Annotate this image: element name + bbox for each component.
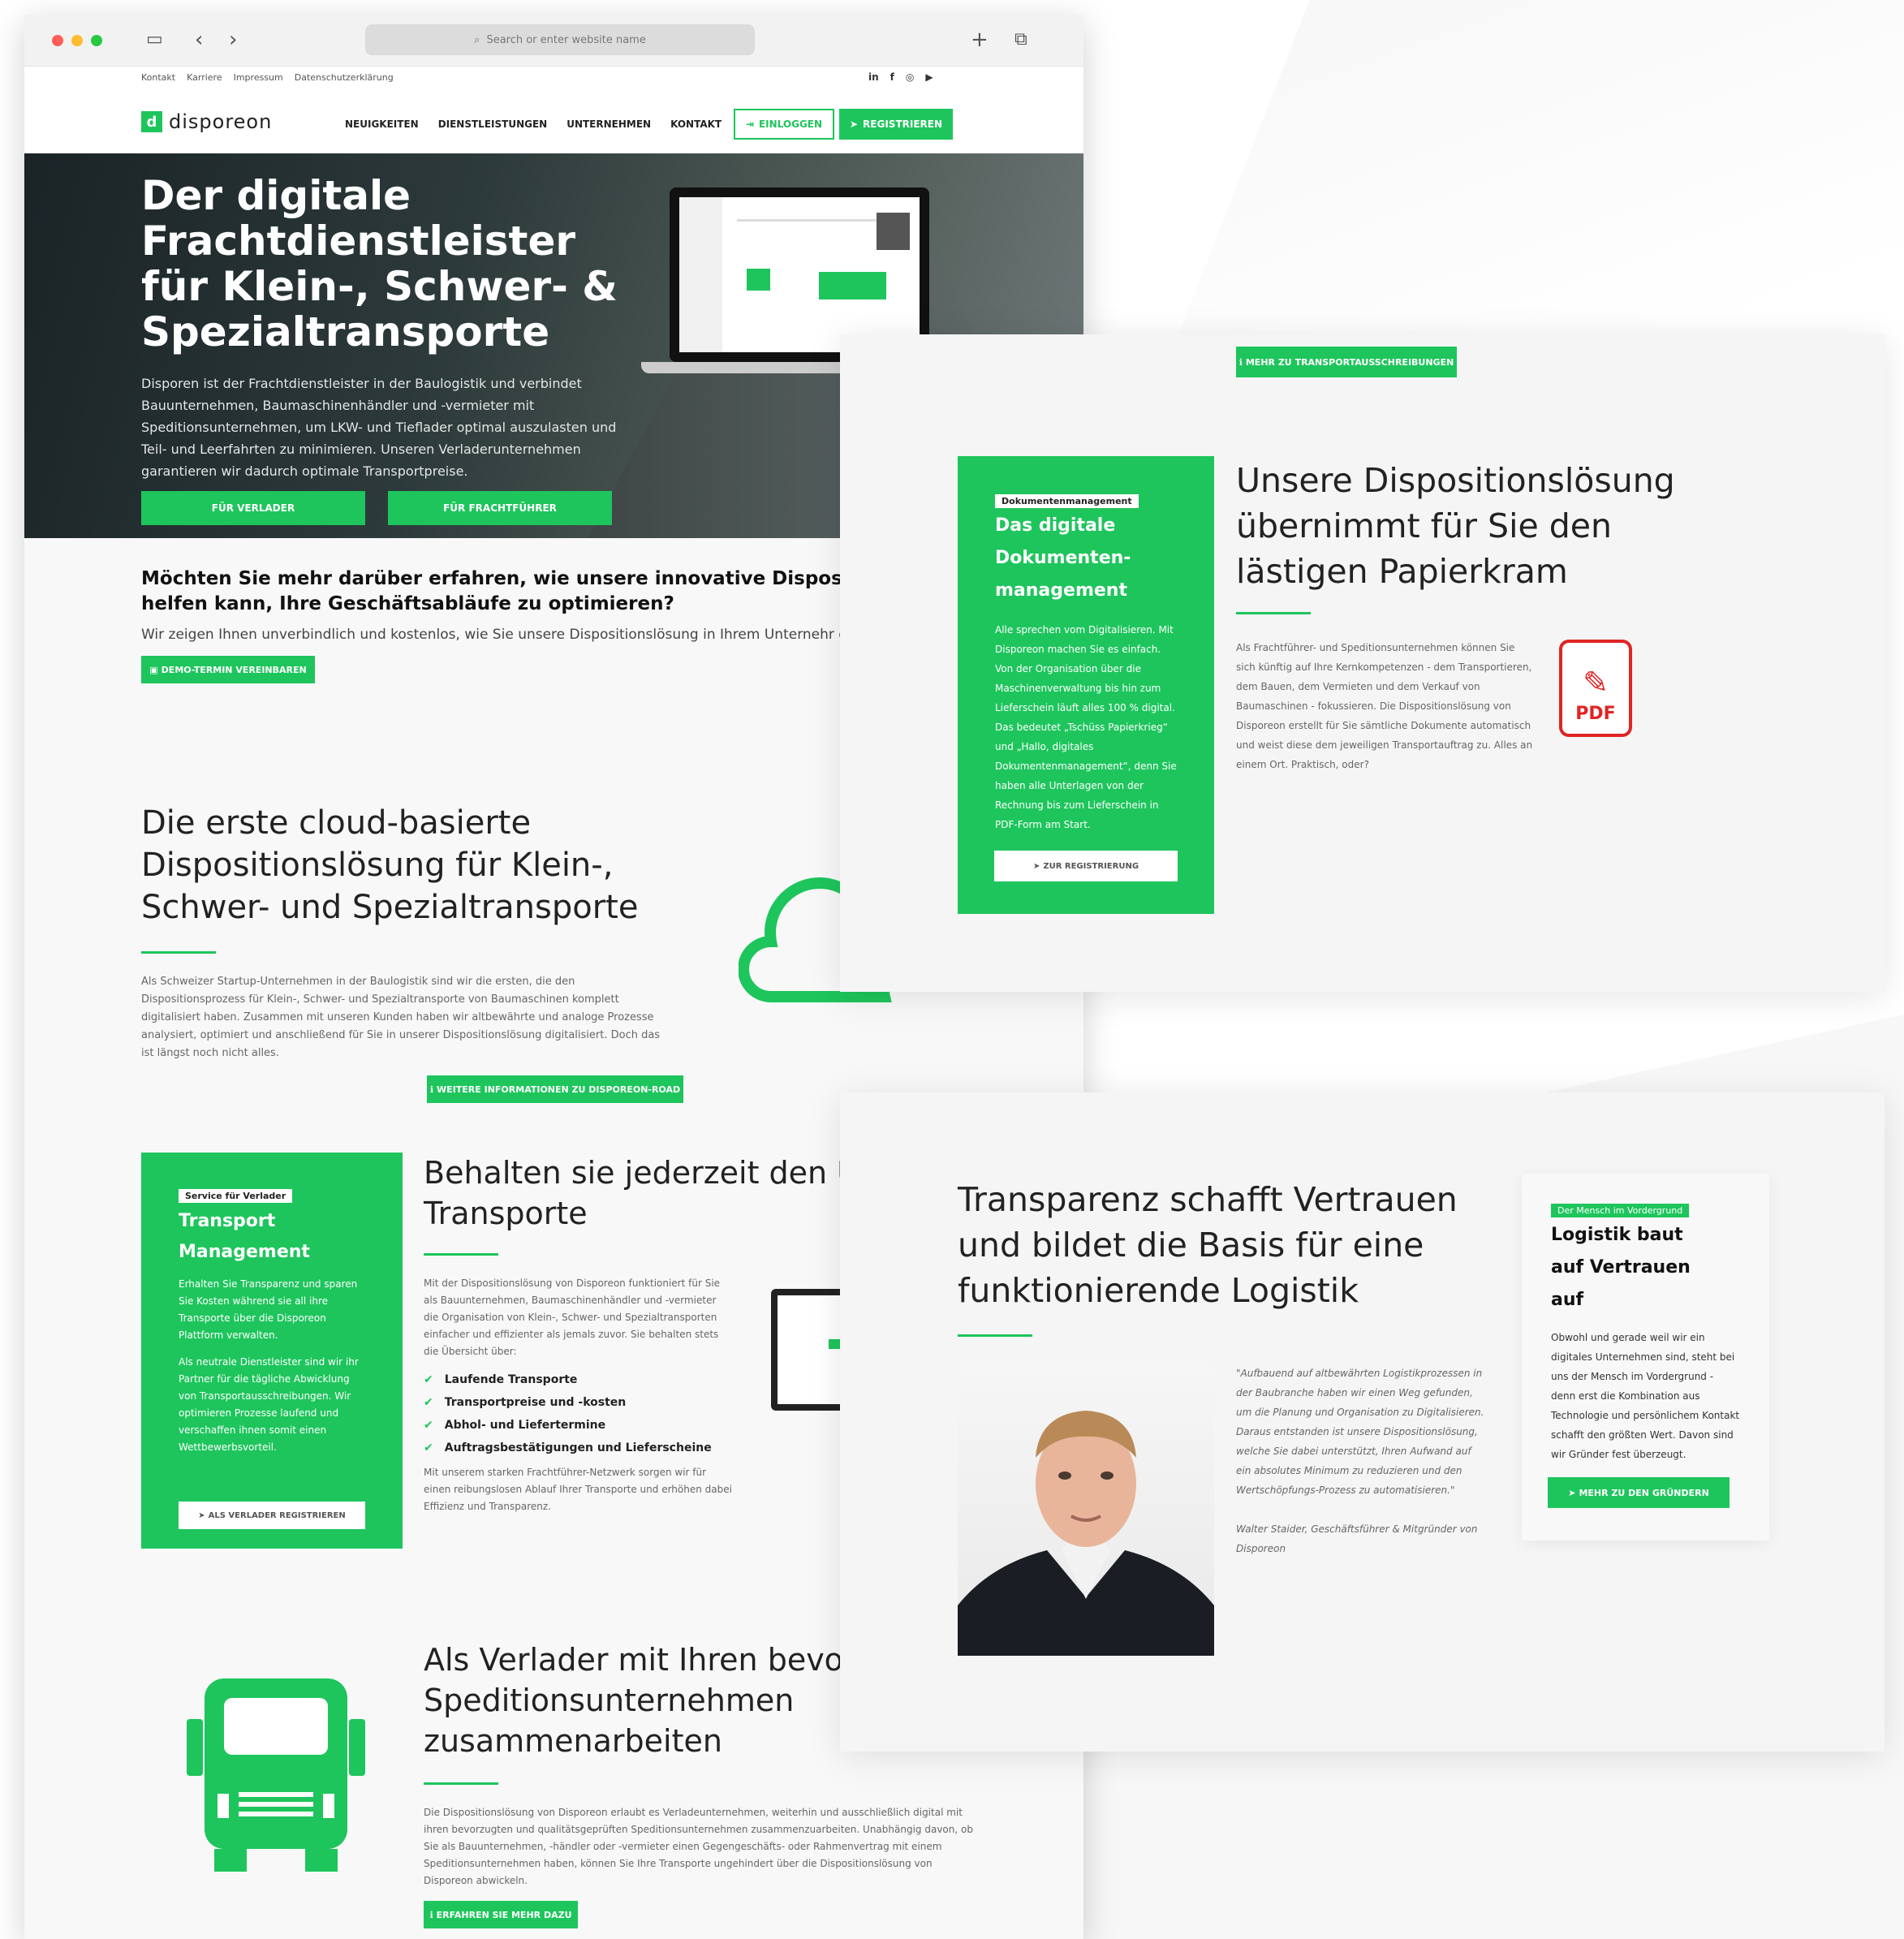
learn-more-label: ERFAHREN SIE MEHR DAZU <box>436 1909 572 1920</box>
topbar-link-impressum[interactable]: Impressum <box>234 72 283 83</box>
tabs-overview-icon[interactable]: ⧉ <box>1014 28 1027 52</box>
instagram-icon[interactable]: ◎ <box>906 71 914 83</box>
nav-item-neuigkeiten[interactable]: NEUIGKEITEN <box>345 118 419 130</box>
forward-icon[interactable]: › <box>229 28 237 52</box>
paper-plane-icon: ➤ <box>1032 861 1040 871</box>
title-underline <box>1236 612 1311 614</box>
register-label: REGISTRIEREN <box>863 118 943 130</box>
document-title: Unsere Dispositionslösung übernimmt für … <box>1236 461 1675 591</box>
document-box-text: Alle sprechen vom Digitalisieren. Mit Di… <box>995 624 1177 830</box>
info-icon: ℹ <box>429 1084 434 1095</box>
nav-item-kontakt[interactable]: KONTAKT <box>670 118 722 130</box>
calendar-icon: ▣ <box>149 664 158 675</box>
to-registration-label: ZUR REGISTRIERUNG <box>1043 861 1139 871</box>
founder-author: Walter Staider, Geschäftsführer & Mitgrü… <box>1236 1523 1478 1554</box>
info-icon: ℹ <box>429 1909 433 1920</box>
trust-side-text: Obwohl und gerade weil wir ein digitales… <box>1551 1332 1740 1460</box>
youtube-icon[interactable]: ▶ <box>925 71 933 83</box>
checkmark-icon: ✔ <box>424 1419 433 1432</box>
for-carriers-button[interactable]: FÜR FRACHTFÜHRER <box>388 491 612 525</box>
to-registration-button[interactable]: ➤ ZUR REGISTRIERUNG <box>994 851 1178 881</box>
facebook-icon[interactable]: f <box>890 71 894 83</box>
more-info-road-label: WEITERE INFORMATIONEN ZU DISPOREON-ROAD <box>437 1084 681 1095</box>
login-button[interactable]: ⇥ EINLOGGEN <box>734 109 834 140</box>
back-icon[interactable]: ‹ <box>195 28 203 52</box>
document-tag: Dokumentenmanagement <box>995 494 1139 508</box>
new-tab-icon[interactable]: + <box>971 28 989 52</box>
more-info-road-button[interactable]: ℹ WEITERE INFORMATIONEN ZU DISPOREON-ROA… <box>427 1075 683 1103</box>
document-management-box: Dokumentenmanagement Das digitale Dokume… <box>958 456 1214 914</box>
logo[interactable]: d disporeon <box>141 110 272 133</box>
document-box-title: Das digitale Dokumenten-management <box>995 515 1131 601</box>
learn-more-button[interactable]: ℹ ERFAHREN SIE MEHR DAZU <box>424 1901 578 1928</box>
document-text: Als Frachtführer- und Speditionsunterneh… <box>1236 642 1533 770</box>
title-underline <box>424 1253 498 1256</box>
sidebar-icon[interactable]: ▭ <box>146 28 163 52</box>
search-icon: ⌕ <box>474 33 480 46</box>
maximize-window-button[interactable] <box>91 35 102 46</box>
transport-text: Mit der Dispositionslösung von Disporeon… <box>424 1278 721 1357</box>
register-as-shipper-label: ALS VERLADER REGISTRIEREN <box>208 1510 346 1520</box>
register-as-shipper-button[interactable]: ➤ ALS VERLADER REGISTRIEREN <box>179 1502 365 1529</box>
top-utility-bar: Kontakt Karriere Impressum Datenschutzer… <box>24 67 1083 91</box>
truck-icon <box>187 1678 365 1872</box>
nav-item-dienstleistungen[interactable]: DIENSTLEISTUNGEN <box>438 118 548 130</box>
for-shippers-button[interactable]: FÜR VERLADER <box>141 491 365 525</box>
paper-plane-icon: ➤ <box>849 118 859 130</box>
more-about-founders-label: MEHR ZU DEN GRÜNDERN <box>1579 1487 1709 1498</box>
checkmark-icon: ✔ <box>424 1373 433 1386</box>
transport-tag: Service für Verlader <box>179 1189 293 1203</box>
address-placeholder: Search or enter website name <box>486 33 646 46</box>
close-window-button[interactable] <box>52 35 63 46</box>
cloud-title: Die erste cloud-basierte Dispositionslös… <box>141 804 639 926</box>
founder-quote: "Aufbauend auf altbewährten Logistikproz… <box>1236 1368 1484 1496</box>
cloud-text: Als Schweizer Startup-Unternehmen in der… <box>141 976 661 1059</box>
title-underline <box>141 951 216 954</box>
minimize-window-button[interactable] <box>71 35 83 46</box>
trust-title: Transparenz schafft Vertrauen und bildet… <box>958 1180 1458 1310</box>
demo-appointment-button[interactable]: ▣ DEMO-TERMIN VEREINBAREN <box>141 656 315 683</box>
topbar-link-kontakt[interactable]: Kontakt <box>141 72 175 83</box>
logo-mark: d <box>141 111 162 132</box>
register-button[interactable]: ➤ REGISTRIEREN <box>839 109 953 140</box>
address-bar[interactable]: ⌕ Search or enter website name <box>365 24 755 55</box>
main-navigation: d disporeon NEUIGKEITEN DIENSTLEISTUNGEN… <box>24 91 1083 156</box>
nav-item-unternehmen[interactable]: UNTERNEHMEN <box>566 118 651 130</box>
hero-text: Disporen ist der Frachtdienstleister in … <box>141 376 617 479</box>
info-icon: ℹ <box>1238 356 1243 368</box>
pdf-label: PDF <box>1575 704 1616 724</box>
trust-panel: Transparenz schafft Vertrauen und bildet… <box>840 1092 1885 1752</box>
linkedin-icon[interactable]: in <box>868 71 879 83</box>
more-about-founders-button[interactable]: ➤ MEHR ZU DEN GRÜNDERN <box>1548 1477 1730 1508</box>
trust-side-title: Logistik baut auf Vertrauen auf <box>1551 1225 1691 1310</box>
document-management-panel: ℹ MEHR ZU TRANSPORTAUSSCHREIBUNGEN Dokum… <box>840 334 1885 992</box>
title-underline <box>424 1782 498 1785</box>
transport-text-2: Mit unserem starken Frachtführer-Netzwer… <box>424 1467 732 1512</box>
paper-plane-icon: ➤ <box>198 1510 205 1520</box>
demo-button-label: DEMO-TERMIN VEREINBAREN <box>161 664 307 675</box>
transport-box-text-1: Erhalten Sie Transparenz und sparen Sie … <box>179 1278 358 1341</box>
shipper-text: Die Dispositionslösung von Disporeon erl… <box>424 1807 973 1886</box>
more-tenders-label: MEHR ZU TRANSPORTAUSSCHREIBUNGEN <box>1245 356 1454 368</box>
hero-title: Der digitale Frachtdienstleister für Kle… <box>141 172 618 355</box>
browser-toolbar: ▭ ‹ › ⌕ Search or enter website name + ⧉ <box>24 15 1083 67</box>
topbar-link-karriere[interactable]: Karriere <box>187 72 222 83</box>
checkmark-icon: ✔ <box>424 1396 433 1409</box>
checkmark-icon: ✔ <box>424 1441 433 1454</box>
paper-plane-icon: ➤ <box>1568 1487 1576 1498</box>
topbar-link-datenschutz[interactable]: Datenschutzerklärung <box>295 72 394 83</box>
login-label: EINLOGGEN <box>758 118 823 130</box>
title-underline <box>958 1334 1032 1337</box>
pdf-icon: ✎ PDF <box>1559 640 1632 737</box>
transport-box-text-2: Als neutrale Dienstleister sind wir ihr … <box>179 1356 359 1453</box>
founder-photo <box>958 1362 1214 1656</box>
more-tenders-button[interactable]: ℹ MEHR ZU TRANSPORTAUSSCHREIBUNGEN <box>1236 347 1457 377</box>
acrobat-icon: ✎ <box>1583 665 1609 700</box>
trust-tag: Der Mensch im Vordergrund <box>1551 1204 1690 1217</box>
transport-box-title: Transport Management <box>179 1211 310 1262</box>
transport-management-box: Service für Verlader Transport Managemen… <box>141 1153 403 1549</box>
logo-text: disporeon <box>169 110 273 133</box>
login-icon: ⇥ <box>745 118 754 130</box>
